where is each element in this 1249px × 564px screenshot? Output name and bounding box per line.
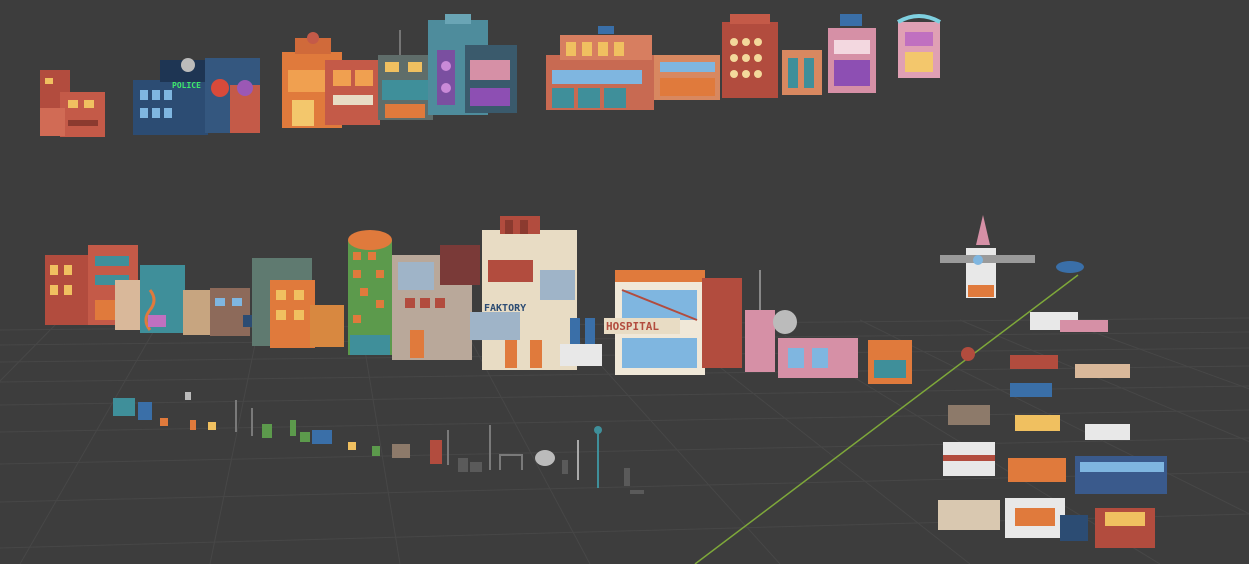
police-sign: POLICE [172, 81, 201, 90]
hospital-sign: HOSPITAL [606, 320, 659, 333]
building-green-tower [348, 230, 392, 355]
building-grey-beige [392, 245, 480, 360]
blender-3d-viewport[interactable]: POLICE FAKTORY HOSPITAL [0, 0, 1249, 564]
building-hospital: HOSPITAL [604, 270, 742, 375]
faktory-sign: FAKTORY [484, 303, 526, 314]
